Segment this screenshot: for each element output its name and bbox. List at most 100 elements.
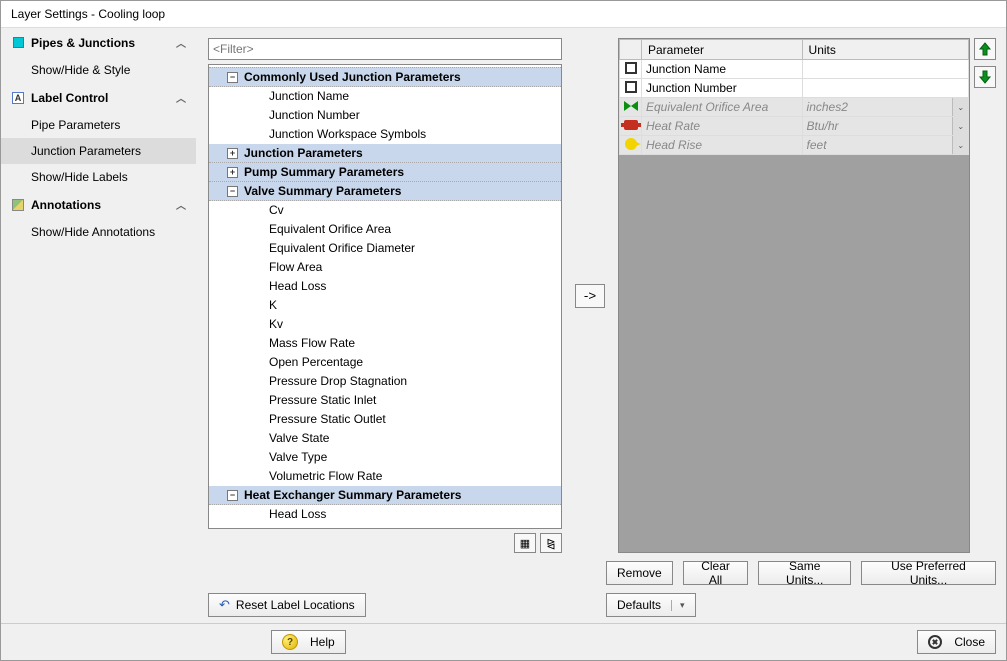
parameter-tree[interactable]: −Commonly Used Junction ParametersJuncti… <box>209 65 561 528</box>
tree-item[interactable]: Mass Flow Rate <box>209 334 561 353</box>
sort-icon[interactable]: ⧎ <box>540 533 562 553</box>
units-cell[interactable]: feet⌄ <box>802 136 968 155</box>
nav-section-label-control[interactable]: A Label Control ︿ <box>1 83 196 112</box>
units-cell[interactable]: inches2⌄ <box>802 98 968 117</box>
table-row[interactable]: Equivalent Orifice Areainches2⌄ <box>620 98 969 117</box>
tree-item[interactable]: Head Loss <box>209 277 561 296</box>
tree-item[interactable]: Flow Area <box>209 258 561 277</box>
nav-section-label: Annotations <box>31 198 101 212</box>
tree-group[interactable]: +Junction Parameters <box>209 144 561 163</box>
tree-item[interactable]: Junction Workspace Symbols <box>209 125 561 144</box>
tree-item[interactable]: Equivalent Orifice Area <box>209 220 561 239</box>
param-cell: Junction Name <box>642 60 803 79</box>
parameter-table: Parameter Units Junction NameJunction Nu… <box>619 39 969 155</box>
label-icon: A <box>11 91 25 105</box>
annotations-icon <box>11 198 25 212</box>
nav-section-pipes-junctions[interactable]: Pipes & Junctions ︿ <box>1 28 196 57</box>
tree-item[interactable]: Kv <box>209 315 561 334</box>
tree-item[interactable]: Junction Number <box>209 106 561 125</box>
same-units-button[interactable]: Same Units... <box>758 561 851 585</box>
col-icon[interactable] <box>620 40 642 60</box>
chevron-down-icon: ▾ <box>671 600 685 611</box>
box-icon <box>620 79 642 98</box>
tree-item[interactable]: Pressure Static Outlet <box>209 410 561 429</box>
help-label: Help <box>310 635 335 649</box>
heat-icon <box>620 117 642 136</box>
move-up-button[interactable] <box>974 38 996 60</box>
tree-group-label: Valve Summary Parameters <box>244 184 401 198</box>
units-cell <box>802 79 968 98</box>
table-row[interactable]: Junction Number <box>620 79 969 98</box>
tree-item[interactable]: Pressure Drop Stagnation <box>209 372 561 391</box>
tree-item[interactable]: Valve State <box>209 429 561 448</box>
chevron-down-icon[interactable]: ⌄ <box>952 98 968 116</box>
use-preferred-units-button[interactable]: Use Preferred Units... <box>861 561 996 585</box>
help-button[interactable]: ? Help <box>271 630 346 654</box>
pipes-icon <box>11 36 25 50</box>
remove-button[interactable]: Remove <box>606 561 673 585</box>
tree-group[interactable]: −Valve Summary Parameters <box>209 182 561 201</box>
col-units[interactable]: Units <box>802 40 968 60</box>
chevron-up-icon: ︿ <box>176 197 186 212</box>
chevron-down-icon[interactable]: ⌄ <box>952 117 968 135</box>
arrow-down-icon <box>978 70 992 84</box>
tree-item[interactable]: Equivalent Orifice Diameter <box>209 239 561 258</box>
collapse-icon[interactable]: − <box>227 72 238 83</box>
expand-icon[interactable]: + <box>227 167 238 178</box>
tree-item[interactable]: Heat Rate <box>209 524 561 528</box>
collapse-icon[interactable]: − <box>227 490 238 501</box>
selected-params-panel: Parameter Units Junction NameJunction Nu… <box>618 38 996 553</box>
help-icon: ? <box>282 634 298 650</box>
tree-item[interactable]: Valve Type <box>209 448 561 467</box>
move-down-button[interactable] <box>974 66 996 88</box>
chevron-down-icon[interactable]: ⌄ <box>952 136 968 154</box>
tree-group-label: Commonly Used Junction Parameters <box>244 70 461 84</box>
units-cell <box>802 60 968 79</box>
nav-section-label: Label Control <box>31 91 108 105</box>
table-row[interactable]: Junction Name <box>620 60 969 79</box>
content-area: −Commonly Used Junction ParametersJuncti… <box>196 28 1006 623</box>
nav-item-show-hide-annotations[interactable]: Show/Hide Annotations <box>1 219 196 245</box>
col-parameter[interactable]: Parameter <box>642 40 803 60</box>
available-params-panel: −Commonly Used Junction ParametersJuncti… <box>208 38 562 553</box>
tree-item[interactable]: Junction Name <box>209 87 561 106</box>
filter-input[interactable] <box>208 38 562 60</box>
chevron-up-icon: ︿ <box>176 35 186 50</box>
table-row[interactable]: Head Risefeet⌄ <box>620 136 969 155</box>
collapse-icon[interactable]: − <box>227 186 238 197</box>
nav-item-show-hide-style[interactable]: Show/Hide & Style <box>1 57 196 83</box>
nav-section-label: Pipes & Junctions <box>31 36 135 50</box>
table-row[interactable]: Heat RateBtu/hr⌄ <box>620 117 969 136</box>
tree-item[interactable]: K <box>209 296 561 315</box>
tree-item[interactable]: Volumetric Flow Rate <box>209 467 561 486</box>
defaults-button[interactable]: Defaults ▾ <box>606 593 696 617</box>
tree-group[interactable]: + Pump Summary Parameters <box>209 163 561 182</box>
footer: ? Help Close <box>1 623 1006 660</box>
nav-item-pipe-parameters[interactable]: Pipe Parameters <box>1 112 196 138</box>
arrow-up-icon <box>978 42 992 56</box>
nav-item-show-hide-labels[interactable]: Show/Hide Labels <box>1 164 196 190</box>
expand-icon[interactable]: + <box>227 148 238 159</box>
grid-view-icon[interactable]: ▦ <box>514 533 536 553</box>
tree-group-label: Heat Exchanger Summary Parameters <box>244 488 461 502</box>
nav-item-junction-parameters[interactable]: Junction Parameters <box>1 138 196 164</box>
box-icon <box>620 60 642 79</box>
param-cell: Heat Rate <box>642 117 803 136</box>
reset-icon: ↶ <box>219 597 230 613</box>
move-right-button[interactable]: -> <box>575 284 605 308</box>
nav-section-annotations[interactable]: Annotations ︿ <box>1 190 196 219</box>
tree-group[interactable]: −Heat Exchanger Summary Parameters <box>209 486 561 505</box>
clear-all-button[interactable]: Clear All <box>683 561 749 585</box>
reset-label-locations-button[interactable]: ↶ Reset Label Locations <box>208 593 366 617</box>
tree-item[interactable]: Open Percentage <box>209 353 561 372</box>
tree-item[interactable]: Head Loss <box>209 505 561 524</box>
tree-item[interactable]: Cv <box>209 201 561 220</box>
param-cell: Junction Number <box>642 79 803 98</box>
sidebar: Pipes & Junctions ︿ Show/Hide & Style A … <box>1 28 196 623</box>
tree-group[interactable]: −Commonly Used Junction Parameters <box>209 67 561 87</box>
tree-item[interactable]: Pressure Static Inlet <box>209 391 561 410</box>
reset-label-text: Reset Label Locations <box>236 598 355 612</box>
units-cell[interactable]: Btu/hr⌄ <box>802 117 968 136</box>
tree-group-label: Pump Summary Parameters <box>244 165 404 179</box>
close-button[interactable]: Close <box>917 630 996 654</box>
